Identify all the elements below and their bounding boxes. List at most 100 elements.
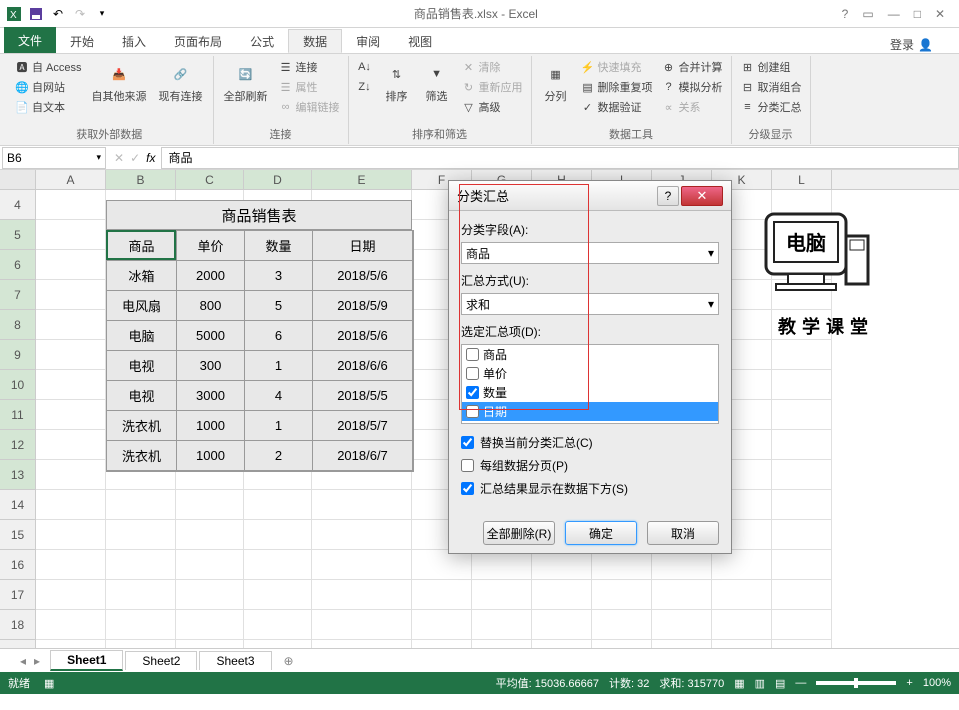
ribbon-opts-icon[interactable]: ▭	[862, 7, 873, 21]
cell[interactable]	[712, 550, 772, 580]
cell[interactable]	[244, 490, 312, 520]
tab-view[interactable]: 视图	[394, 29, 446, 53]
undo-icon[interactable]: ↶	[50, 6, 66, 22]
cell[interactable]	[36, 490, 106, 520]
view-pagebreak-icon[interactable]: ▤	[775, 677, 785, 690]
cell[interactable]	[36, 580, 106, 610]
new-sheet-button[interactable]: ⊕	[274, 654, 304, 668]
consolidate-button[interactable]: ⊕合并计算	[659, 58, 725, 76]
column-header[interactable]: B	[106, 170, 176, 189]
cell[interactable]	[592, 550, 652, 580]
table-cell[interactable]: 2018/5/5	[313, 381, 413, 411]
ok-button[interactable]: 确定	[565, 521, 637, 545]
sort-az-button[interactable]: A↓	[355, 58, 375, 76]
sheet-nav-prev-icon[interactable]: ◂	[20, 654, 26, 668]
cell[interactable]	[244, 640, 312, 648]
table-cell[interactable]: 2018/5/6	[313, 321, 413, 351]
cell[interactable]	[412, 550, 472, 580]
cell[interactable]	[36, 430, 106, 460]
cell[interactable]	[176, 520, 244, 550]
cell[interactable]	[106, 610, 176, 640]
fx-icon[interactable]: fx	[146, 151, 155, 165]
cell[interactable]	[36, 340, 106, 370]
view-pagelayout-icon[interactable]: ▥	[755, 677, 765, 690]
name-box[interactable]: B6▾	[2, 147, 106, 169]
column-header[interactable]: D	[244, 170, 312, 189]
cell[interactable]	[592, 610, 652, 640]
tab-formulas[interactable]: 公式	[236, 29, 288, 53]
cell[interactable]	[412, 610, 472, 640]
data-validation-button[interactable]: ✓数据验证	[578, 98, 655, 116]
cell[interactable]	[312, 520, 412, 550]
cell[interactable]	[532, 640, 592, 648]
redo-icon[interactable]: ↷	[72, 6, 88, 22]
pagebreak-checkbox[interactable]: 每组数据分页(P)	[461, 457, 719, 474]
sort-za-button[interactable]: Z↓	[355, 78, 375, 96]
cell[interactable]	[712, 610, 772, 640]
cell[interactable]	[312, 580, 412, 610]
cell[interactable]	[106, 550, 176, 580]
summary-item[interactable]: 数量	[462, 383, 718, 402]
cell[interactable]	[312, 610, 412, 640]
column-header[interactable]: A	[36, 170, 106, 189]
delete-all-button[interactable]: 全部删除(R)	[483, 521, 555, 545]
login-link[interactable]: 登录👤	[890, 36, 959, 53]
existing-conn-button[interactable]: 🔗现有连接	[155, 58, 207, 106]
formula-bar[interactable]: 商品	[161, 147, 959, 169]
below-checkbox[interactable]: 汇总结果显示在数据下方(S)	[461, 480, 719, 497]
items-list[interactable]: 商品单价数量日期	[461, 344, 719, 424]
select-all-corner[interactable]	[0, 170, 36, 189]
row-header[interactable]: 14	[0, 490, 36, 520]
cell[interactable]	[312, 550, 412, 580]
row-header[interactable]: 7	[0, 280, 36, 310]
table-cell[interactable]: 5000	[177, 321, 245, 351]
cell[interactable]	[472, 580, 532, 610]
table-cell[interactable]: 洗衣机	[107, 411, 177, 441]
cell[interactable]	[592, 580, 652, 610]
table-cell[interactable]: 1000	[177, 411, 245, 441]
cell[interactable]	[772, 430, 832, 460]
table-cell[interactable]: 电风扇	[107, 291, 177, 321]
properties-button[interactable]: ☰属性	[276, 78, 342, 96]
table-cell[interactable]: 电视	[107, 351, 177, 381]
cell[interactable]	[312, 640, 412, 648]
summary-item[interactable]: 商品	[462, 345, 718, 364]
subtotal-button[interactable]: ≡分类汇总	[738, 98, 804, 116]
table-header[interactable]: 单价	[177, 231, 245, 261]
tab-review[interactable]: 审阅	[342, 29, 394, 53]
tab-home[interactable]: 开始	[56, 29, 108, 53]
close-icon[interactable]: ✕	[935, 7, 945, 21]
cell[interactable]	[244, 550, 312, 580]
table-cell[interactable]: 6	[245, 321, 313, 351]
cell[interactable]	[592, 640, 652, 648]
cell[interactable]	[176, 610, 244, 640]
reapply-button[interactable]: ↻重新应用	[459, 78, 525, 96]
cell[interactable]	[772, 580, 832, 610]
cell[interactable]	[412, 640, 472, 648]
cell[interactable]	[312, 490, 412, 520]
table-cell[interactable]: 2018/6/6	[313, 351, 413, 381]
table-cell[interactable]: 洗衣机	[107, 441, 177, 471]
cell[interactable]	[36, 400, 106, 430]
cell[interactable]	[36, 370, 106, 400]
cell[interactable]	[106, 640, 176, 648]
from-other-button[interactable]: 📥自其他来源	[88, 58, 151, 106]
field-select[interactable]: 商品▾	[461, 242, 719, 264]
summary-item[interactable]: 日期	[462, 402, 718, 421]
column-header[interactable]: C	[176, 170, 244, 189]
table-cell[interactable]: 2018/5/9	[313, 291, 413, 321]
cell[interactable]	[244, 580, 312, 610]
edit-links-button[interactable]: ∞编辑链接	[276, 98, 342, 116]
cell[interactable]	[532, 610, 592, 640]
table-cell[interactable]: 5	[245, 291, 313, 321]
table-cell[interactable]: 1000	[177, 441, 245, 471]
row-header[interactable]: 6	[0, 250, 36, 280]
sort-button[interactable]: ⇅排序	[379, 58, 415, 106]
maximize-icon[interactable]: □	[914, 7, 921, 21]
cell[interactable]	[36, 610, 106, 640]
row-header[interactable]: 13	[0, 460, 36, 490]
table-header[interactable]: 商品	[107, 231, 177, 261]
enter-formula-icon[interactable]: ✓	[130, 151, 140, 165]
cell[interactable]	[36, 310, 106, 340]
row-header[interactable]: 16	[0, 550, 36, 580]
